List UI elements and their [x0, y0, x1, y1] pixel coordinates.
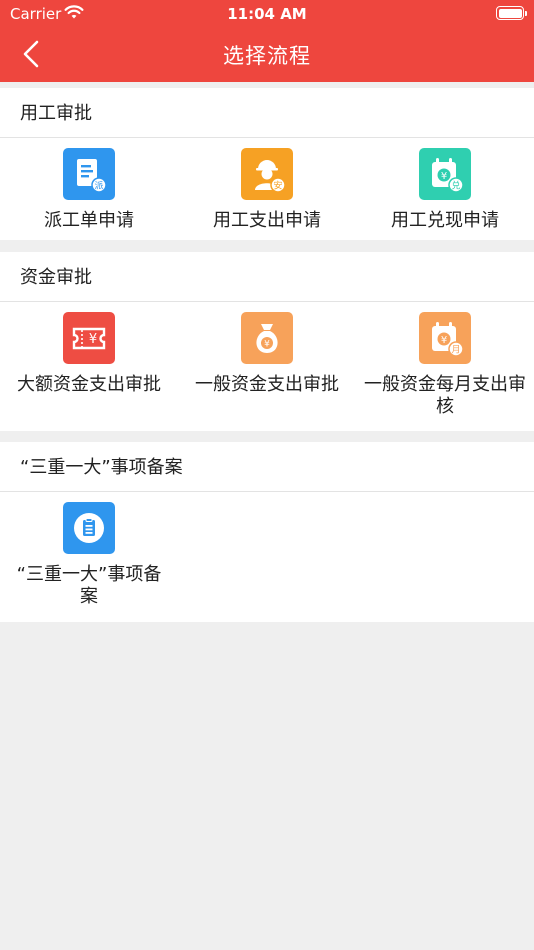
process-label: 用工支出申请: [213, 210, 321, 231]
svg-text:¥: ¥: [441, 335, 447, 346]
battery-icon: [496, 6, 527, 20]
process-label: “三重一大”事项备案: [16, 564, 162, 607]
dispatch-form-icon: 派: [63, 148, 115, 200]
status-bar: Carrier 11:04 AM: [0, 0, 534, 28]
svg-text:月: 月: [451, 345, 460, 356]
process-major-matters-record[interactable]: “三重一大”事项备案: [0, 492, 178, 608]
process-label: 一般资金支出审批: [195, 374, 339, 395]
svg-text:安: 安: [273, 180, 282, 192]
svg-text:¥: ¥: [89, 332, 97, 347]
svg-text:兑: 兑: [451, 180, 460, 192]
monthly-calendar-icon: ¥ 月: [419, 312, 471, 364]
section-title: “三重一大”事项备案: [0, 442, 534, 492]
svg-text:¥: ¥: [441, 171, 447, 182]
svg-text:¥: ¥: [264, 340, 270, 350]
process-label: 派工单申请: [44, 210, 134, 231]
section-fund-approval: 资金审批 ¥ 大额资金支出审批 ¥ 一般资金支出审批 ¥ 月 一般资金每月支出审…: [0, 252, 534, 431]
process-monthly-fund-review[interactable]: ¥ 月 一般资金每月支出审核: [356, 302, 534, 418]
money-bag-icon: ¥: [241, 312, 293, 364]
status-time: 11:04 AM: [227, 5, 307, 23]
process-label: 大额资金支出审批: [17, 374, 161, 395]
document-record-icon: [63, 502, 115, 554]
section-major-matters-record: “三重一大”事项备案 “三重一大”事项备案: [0, 442, 534, 622]
section-labor-approval: 用工审批 派 派工单申请 安 用工支出申请 ¥ 兑 用工兑现申请: [0, 88, 534, 240]
large-fund-ticket-icon: ¥: [63, 312, 115, 364]
worker-expense-icon: 安: [241, 148, 293, 200]
process-worker-cashout[interactable]: ¥ 兑 用工兑现申请: [356, 138, 534, 232]
process-dispatch-form[interactable]: 派 派工单申请: [0, 138, 178, 232]
svg-text:派: 派: [94, 181, 103, 192]
process-worker-expense[interactable]: 安 用工支出申请: [178, 138, 356, 232]
process-large-fund-expense[interactable]: ¥ 大额资金支出审批: [0, 302, 178, 396]
page-title: 选择流程: [223, 44, 311, 68]
process-label: 用工兑现申请: [391, 210, 499, 231]
navigation-header: Carrier 11:04 AM 选择流程: [0, 0, 534, 82]
section-title: 资金审批: [0, 252, 534, 302]
process-general-fund-expense[interactable]: ¥ 一般资金支出审批: [178, 302, 356, 396]
process-label: 一般资金每月支出审核: [364, 374, 526, 417]
section-title: 用工审批: [0, 88, 534, 138]
worker-cashout-icon: ¥ 兑: [419, 148, 471, 200]
